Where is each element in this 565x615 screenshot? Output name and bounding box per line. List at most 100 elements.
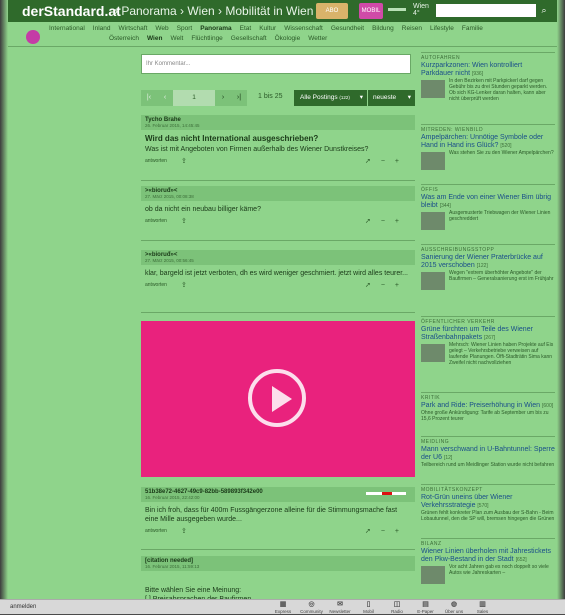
reply-link[interactable]: antworten <box>145 158 167 164</box>
search-input[interactable] <box>436 4 536 17</box>
prev-page-button[interactable]: ‹ <box>157 90 173 106</box>
nav-item[interactable]: Ökologie <box>275 35 301 42</box>
divider <box>141 180 415 181</box>
nav-logo-icon[interactable] <box>26 30 40 44</box>
share-icon[interactable]: ⇪ <box>181 157 187 165</box>
next-page-button[interactable]: › <box>215 90 231 106</box>
comment-input[interactable]: Ihr Kommentar... <box>141 54 411 74</box>
teaser-title[interactable]: Sanierung der Wiener Praterbrücke auf 20… <box>421 254 555 270</box>
vote-buttons[interactable]: ➚−+ <box>365 217 409 225</box>
teaser-thumbnail[interactable] <box>421 212 445 230</box>
page-input[interactable]: 1 <box>173 90 215 106</box>
teaser-title[interactable]: Kurzparkzonen: Wien kontrolliert Parkdau… <box>421 62 555 78</box>
weather-widget[interactable]: Wien 4° <box>413 3 429 17</box>
site-logo[interactable]: derStandard.at <box>22 3 121 19</box>
posting-header: Tycho Brahe 26. Februar 2015, 14:45:45 <box>141 115 415 130</box>
teaser-text-content: Grünen fehlt konkreter Plan zum Ausbau d… <box>421 510 555 522</box>
vote-buttons[interactable]: ➚−+ <box>365 281 409 289</box>
sidebar-teaser[interactable]: BILANZ Wiener Linien überholen mit Jahres… <box>421 538 555 586</box>
vote-buttons[interactable]: ➚−+ <box>365 157 409 165</box>
sidebar-teaser[interactable]: ÖFFIS Was am Ende von einer Wiener Bim üb… <box>421 184 555 232</box>
footer-item-label: E-Paper <box>417 609 434 614</box>
teaser-title-text: Mann verschwand in U-Bahntunnel: Sperre … <box>421 446 555 461</box>
login-link[interactable]: anmelden <box>10 604 36 610</box>
nav-item[interactable]: Gesundheit <box>331 25 364 32</box>
right-shadow <box>557 0 565 614</box>
teaser-title[interactable]: Rot-Grün uneins über Wiener Verkehrsstra… <box>421 494 555 510</box>
share-icon[interactable]: ⇪ <box>181 217 187 225</box>
footer-item[interactable]: ▥ Sales <box>470 601 496 614</box>
teaser-title[interactable]: Grüne fürchten um Teile des Wiener Straß… <box>421 326 555 342</box>
nav-item[interactable]: Welt <box>170 35 183 42</box>
sidebar-teaser[interactable]: MITREDEN: WIENBILD Ampelpärchen: Unnötige… <box>421 124 555 172</box>
nav-item[interactable]: Gesellschaft <box>231 35 267 42</box>
last-page-button[interactable]: ›| <box>231 90 247 106</box>
divider <box>141 312 415 313</box>
teaser-thumbnail[interactable] <box>421 566 445 584</box>
video-player[interactable] <box>141 321 415 477</box>
search-icon[interactable]: ⌕ <box>537 4 551 17</box>
posting-footer: antworten ⇪ ➚−+ <box>141 280 415 292</box>
first-page-button[interactable]: |‹ <box>141 90 157 106</box>
teaser-title[interactable]: Park and Ride: Preiserhöhung in Wien [60… <box>421 402 555 410</box>
reply-link[interactable]: antworten <box>145 282 167 288</box>
teaser-thumbnail[interactable] <box>421 80 445 98</box>
nav-item[interactable]: Wetter <box>308 35 327 42</box>
teaser-thumbnail[interactable] <box>421 344 445 362</box>
reply-link[interactable]: antworten <box>145 218 167 224</box>
nav-item[interactable]: Inland <box>93 25 111 32</box>
teaser-title[interactable]: Wiener Linien überholen mit Jahresticket… <box>421 548 555 564</box>
teaser-thumbnail[interactable] <box>421 272 445 290</box>
nav-item[interactable]: Wirtschaft <box>119 25 148 32</box>
nav-item[interactable]: Etat <box>240 25 252 32</box>
teaser-count: [936] <box>471 71 484 77</box>
mobile-promo[interactable]: MOBIL <box>359 3 383 19</box>
page-range: 1 bis 25 <box>258 93 283 100</box>
footer-item[interactable]: ◎ Community <box>299 601 325 614</box>
nav-item[interactable]: Panorama <box>200 25 231 32</box>
vote-buttons[interactable]: ➚−+ <box>365 527 409 535</box>
footer-item[interactable]: ▯ Mobil <box>356 601 382 614</box>
posting: Tycho Brahe 26. Februar 2015, 14:45:45 W… <box>141 115 415 168</box>
teaser-title[interactable]: Was am Ende von einer Wiener Bim übrig b… <box>421 194 555 210</box>
reply-link[interactable]: antworten <box>145 528 167 534</box>
posting-header: >«bioruđ»< 27. März 2015, 00:56:45 <box>141 250 415 265</box>
teaser-thumbnail[interactable] <box>421 152 445 170</box>
sidebar-teaser[interactable]: AUSSCHREIBUNGSSTOPP Sanierung der Wiener … <box>421 244 555 292</box>
breadcrumb[interactable]: › Panorama › Wien › Mobilität in Wien <box>114 4 313 18</box>
nav-item[interactable]: Wissenschaft <box>284 25 323 32</box>
footer-item[interactable]: ✉ Newsletter <box>327 601 353 614</box>
nav-item[interactable]: Bildung <box>372 25 394 32</box>
sidebar-teaser[interactable]: MOBILITÄTSKONZEPT Rot-Grün uneins über Wi… <box>421 484 555 522</box>
footer-item[interactable]: ◫ Radio <box>384 601 410 614</box>
sort-select[interactable]: neueste ▾ <box>368 90 415 106</box>
nav-item[interactable]: Familie <box>462 25 483 32</box>
sidebar-teaser[interactable]: MEIDLING Mann verschwand in U-Bahntunnel:… <box>421 436 555 468</box>
footer-item[interactable]: ▤ E-Paper <box>413 601 439 614</box>
teaser-title[interactable]: Ampelpärchen: Unnötige Symbole oder Hand… <box>421 134 555 150</box>
sort-label: neueste <box>373 94 397 101</box>
nav-item[interactable]: Wien <box>147 35 162 42</box>
nav-item[interactable]: Web <box>155 25 168 32</box>
teaser-kicker: AUTOFAHREN <box>421 52 555 62</box>
nav-item[interactable]: Sport <box>177 25 193 32</box>
nav-item[interactable]: Österreich <box>109 35 139 42</box>
sidebar-teaser[interactable]: KRITIK Park and Ride: Preiserhöhung in Wi… <box>421 392 555 422</box>
abo-promo[interactable]: ABO <box>316 3 348 19</box>
posting-filter-select[interactable]: Alle Postings (122) ▾ <box>294 90 367 106</box>
teaser-title[interactable]: Mann verschwand in U-Bahntunnel: Sperre … <box>421 446 555 462</box>
nav-item[interactable]: Kultur <box>259 25 276 32</box>
nav-item[interactable]: Flüchtlinge <box>191 35 222 42</box>
nav-item[interactable]: International <box>49 25 85 32</box>
footer-item[interactable]: ▦ Express <box>270 601 296 614</box>
nav-item[interactable]: Lifestyle <box>430 25 454 32</box>
nav-item[interactable]: Reisen <box>402 25 422 32</box>
sidebar-teaser[interactable]: AUTOFAHREN Kurzparkzonen: Wien kontrollie… <box>421 52 555 102</box>
top-bar: derStandard.at › Panorama › Wien › Mobil… <box>8 0 557 22</box>
teaser-count: [344] <box>439 203 451 209</box>
sidebar-teaser[interactable]: ÖFFENTLICHER VERKEHR Grüne fürchten um Te… <box>421 316 555 366</box>
footer-item[interactable]: ◍ Über uns <box>441 601 467 614</box>
share-icon[interactable]: ⇪ <box>181 527 187 535</box>
play-icon[interactable] <box>248 369 306 427</box>
share-icon[interactable]: ⇪ <box>181 281 187 289</box>
